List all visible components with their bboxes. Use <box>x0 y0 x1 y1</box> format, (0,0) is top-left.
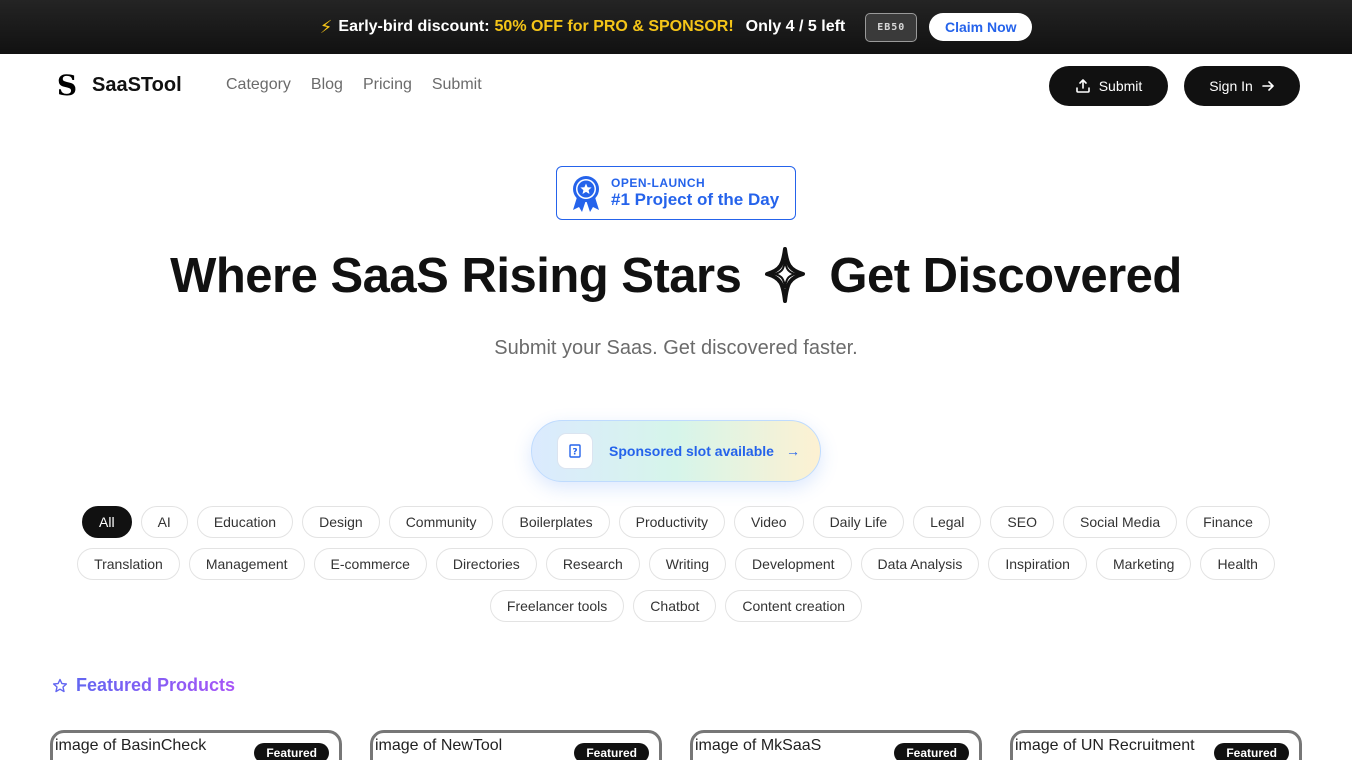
promo-deal: 50% OFF for PRO & SPONSOR! <box>494 18 734 35</box>
hero-title-part-1: Where SaaS Rising Stars <box>170 249 742 303</box>
claim-now-button[interactable]: Claim Now <box>929 13 1033 41</box>
category-chip-ai[interactable]: AI <box>140 506 188 538</box>
product-card[interactable]: image of NewTool Featured <box>370 730 662 760</box>
lightning-icon: ⚡ <box>319 16 333 37</box>
placeholder-image-icon: ? <box>557 433 593 469</box>
category-chip-freelancer-tools[interactable]: Freelancer tools <box>489 590 625 622</box>
badge-big-text: #1 Project of the Day <box>611 190 780 209</box>
star-outline-icon <box>52 678 68 692</box>
product-image-alt: image of MkSaaS <box>695 737 822 754</box>
arrow-right-icon <box>1261 81 1274 91</box>
category-chip-boilerplates[interactable]: Boilerplates <box>502 506 610 538</box>
category-chip-translation[interactable]: Translation <box>77 548 180 580</box>
award-medal-icon <box>573 176 599 212</box>
category-chip-finance[interactable]: Finance <box>1186 506 1270 538</box>
nav-links: Category Blog Pricing Submit <box>226 76 482 94</box>
category-chip-chatbot[interactable]: Chatbot <box>633 590 717 622</box>
category-chip-design[interactable]: Design <box>302 506 380 538</box>
category-chip-inspiration[interactable]: Inspiration <box>988 548 1087 580</box>
project-of-the-day-badge[interactable]: OPEN-LAUNCH #1 Project of the Day <box>556 166 796 220</box>
featured-badge: Featured <box>1214 743 1289 760</box>
category-chip-seo[interactable]: SEO <box>990 506 1054 538</box>
arrow-right-icon: → <box>785 443 800 459</box>
question-glyph: ? <box>572 448 577 458</box>
logo[interactable]: S <box>52 68 82 102</box>
sign-in-label: Sign In <box>1209 78 1253 94</box>
product-card[interactable]: image of BasinCheck Featured <box>50 730 342 760</box>
featured-badge: Featured <box>254 743 329 760</box>
nav-link-blog[interactable]: Blog <box>311 76 343 94</box>
featured-badge: Featured <box>574 743 649 760</box>
product-image-alt: image of NewTool <box>375 737 503 754</box>
upload-icon <box>1075 79 1090 93</box>
sponsored-slot-label: Sponsored slot available <box>609 443 774 459</box>
brand-name[interactable]: SaaSTool <box>92 74 182 97</box>
sponsored-slot-button[interactable]: ? Sponsored slot available → <box>531 420 821 482</box>
promo-remaining: Only 4 / 5 left <box>745 18 846 35</box>
category-chip-e-commerce[interactable]: E-commerce <box>313 548 427 580</box>
category-chip-directories[interactable]: Directories <box>435 548 537 580</box>
featured-header: Featured Products <box>52 675 235 696</box>
sparkle-icon <box>765 247 806 303</box>
featured-title: Featured Products <box>76 675 236 695</box>
category-chip-social-media[interactable]: Social Media <box>1063 506 1178 538</box>
promo-code[interactable]: EB50 <box>865 12 918 42</box>
sign-in-button[interactable]: Sign In <box>1184 66 1300 106</box>
product-card[interactable]: image of MkSaaS Featured <box>690 730 982 760</box>
category-chip-data-analysis[interactable]: Data Analysis <box>860 548 980 580</box>
category-chip-productivity[interactable]: Productivity <box>618 506 725 538</box>
category-chip-development[interactable]: Development <box>735 548 852 580</box>
category-chip-research[interactable]: Research <box>545 548 640 580</box>
nav-link-submit[interactable]: Submit <box>432 76 482 94</box>
product-image-alt: image of BasinCheck <box>55 737 207 754</box>
product-image-alt: image of UN Recruitment <box>1015 737 1195 754</box>
logo-letter: S <box>56 68 78 102</box>
category-chip-management[interactable]: Management <box>188 548 305 580</box>
featured-badge: Featured <box>894 743 969 760</box>
category-chip-legal[interactable]: Legal <box>913 506 982 538</box>
nav-link-category[interactable]: Category <box>226 76 291 94</box>
promo-banner: ⚡ Early-bird discount: 50% OFF for PRO &… <box>0 0 1352 54</box>
category-chip-content-creation[interactable]: Content creation <box>725 590 863 622</box>
category-chip-community[interactable]: Community <box>388 506 494 538</box>
category-chip-health[interactable]: Health <box>1200 548 1275 580</box>
category-chip-all[interactable]: All <box>82 506 132 538</box>
category-chip-daily-life[interactable]: Daily Life <box>812 506 905 538</box>
category-chip-education[interactable]: Education <box>196 506 294 538</box>
featured-products-grid: image of BasinCheck Featured image of Ne… <box>50 730 1302 760</box>
nav-link-pricing[interactable]: Pricing <box>363 76 412 94</box>
category-chip-video[interactable]: Video <box>734 506 804 538</box>
promo-lead: Early-bird discount: <box>338 18 490 35</box>
category-chip-marketing[interactable]: Marketing <box>1095 548 1192 580</box>
category-chip-writing[interactable]: Writing <box>648 548 727 580</box>
product-card[interactable]: image of UN Recruitment Featured <box>1010 730 1302 760</box>
hero-title: Where SaaS Rising Stars Get Discovered <box>0 246 1352 306</box>
submit-button-label: Submit <box>1098 78 1143 94</box>
question-doc-icon: ? <box>569 444 581 458</box>
hero-subtitle: Submit your Saas. Get discovered faster. <box>494 337 858 359</box>
hero-title-part-2: Get Discovered <box>829 249 1182 303</box>
badge-small-text: OPEN-LAUNCH <box>611 176 706 190</box>
submit-button[interactable]: Submit <box>1049 66 1168 106</box>
category-filter: All AI Education Design Community Boilerplate… <box>52 506 1300 622</box>
top-nav: S SaaSTool Category Blog Pricing Submit … <box>0 54 1352 120</box>
